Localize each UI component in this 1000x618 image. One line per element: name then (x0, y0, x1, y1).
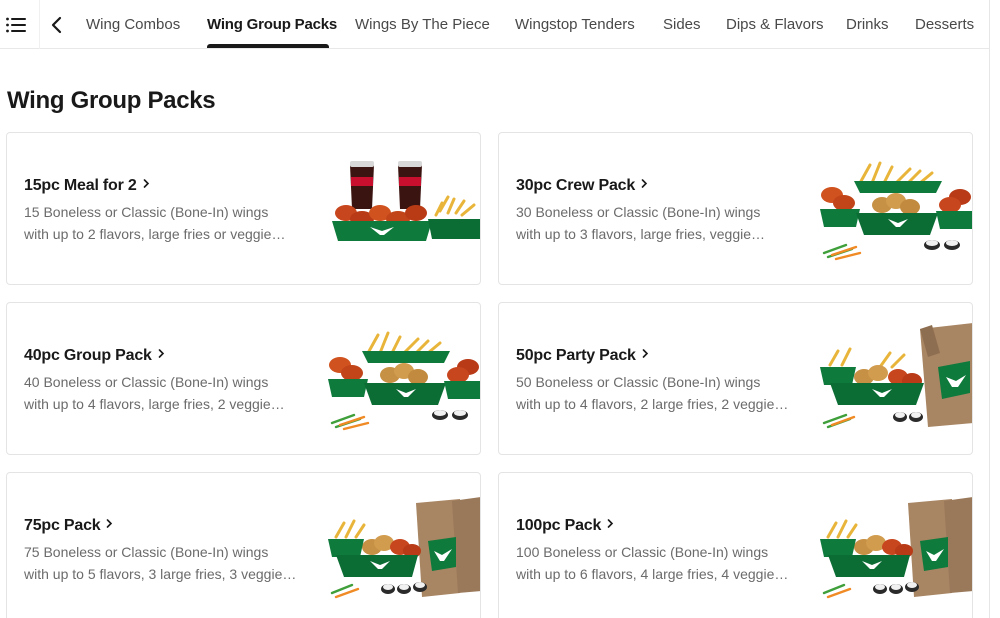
menu-item-card[interactable]: 75pc Pack 75 Boneless or Classic (Bone-I… (6, 472, 481, 618)
wings-with-cola-cups-photo (332, 161, 480, 241)
list-icon (6, 17, 26, 33)
item-description: 100 Boneless or Classic (Bone-In) wings … (516, 544, 789, 582)
category-list-button[interactable] (4, 13, 28, 37)
wings-trays-with-two-bags-photo (328, 497, 480, 599)
chevron-right-icon (642, 349, 648, 358)
chevron-left-icon (51, 16, 62, 34)
chevron-right-icon (641, 179, 648, 188)
chevron-right-icon (143, 179, 149, 188)
tab-dips-and-flavors[interactable]: Dips & Flavors (726, 16, 824, 34)
menu-item-card[interactable]: 15pc Meal for 2 15 Boneless or Classic (… (6, 132, 481, 285)
menu-item-card[interactable]: 50pc Party Pack 50 Boneless or Classic (… (498, 302, 973, 455)
item-description: 15 Boneless or Classic (Bone-In) wings w… (24, 204, 286, 242)
item-title: 15pc Meal for 2 (24, 176, 150, 196)
menu-item-card[interactable]: 100pc Pack 100 Boneless or Classic (Bone… (498, 472, 973, 618)
item-title: 50pc Party Pack (516, 346, 649, 366)
scroll-left-button[interactable] (46, 13, 68, 37)
wings-trays-with-paper-bag-photo (820, 323, 972, 429)
wings-trays-with-fries-photo (328, 331, 480, 431)
item-description: 75 Boneless or Classic (Bone-In) wings w… (24, 544, 297, 582)
tab-wing-group-packs[interactable]: Wing Group Packs (207, 16, 337, 34)
menu-item-card[interactable]: 30pc Crew Pack 30 Boneless or Classic (B… (498, 132, 973, 285)
menu-item-card[interactable]: 40pc Group Pack 40 Boneless or Classic (… (6, 302, 481, 455)
item-title: 75pc Pack (24, 516, 113, 536)
tab-sides[interactable]: Sides (663, 16, 701, 34)
wings-trays-with-fries-photo (820, 161, 972, 261)
chevron-right-icon (107, 519, 113, 528)
section-title: Wing Group Packs (7, 87, 216, 114)
tab-wingstop-tenders[interactable]: Wingstop Tenders (515, 16, 635, 34)
chevron-right-icon (158, 349, 164, 358)
page-edge-divider (989, 0, 990, 618)
item-description: 40 Boneless or Classic (Bone-In) wings w… (24, 374, 285, 412)
item-title: 40pc Group Pack (24, 346, 165, 366)
item-description: 30 Boneless or Classic (Bone-In) wings w… (516, 204, 766, 242)
tab-wing-combos[interactable]: Wing Combos (86, 16, 180, 34)
tab-wings-by-the-piece[interactable]: Wings By The Piece (355, 16, 490, 34)
item-description: 50 Boneless or Classic (Bone-In) wings w… (516, 374, 789, 412)
tab-desserts[interactable]: Desserts (915, 16, 974, 34)
tab-drinks[interactable]: Drinks (846, 16, 889, 34)
chevron-right-icon (607, 519, 614, 528)
wings-trays-with-two-bags-photo (820, 497, 972, 599)
item-title: 100pc Pack (516, 516, 614, 536)
category-nav: Wing Combos Wing Group Packs Wings By Th… (0, 0, 990, 49)
active-tab-indicator (207, 44, 329, 48)
item-title: 30pc Crew Pack (516, 176, 648, 196)
nav-divider (39, 0, 40, 49)
